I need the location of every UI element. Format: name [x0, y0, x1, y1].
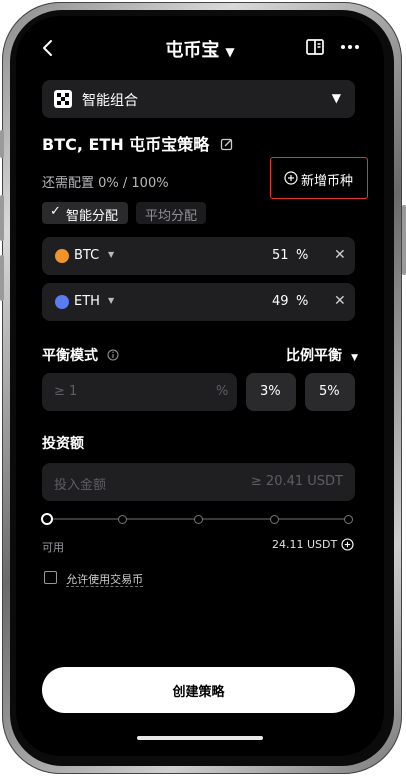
- slider-stop[interactable]: [194, 515, 203, 524]
- checkmark-icon: ✓: [50, 204, 61, 219]
- caret-down-icon: ▼: [331, 91, 341, 105]
- coin-symbol[interactable]: BTC: [74, 248, 99, 263]
- coin-percent[interactable]: 51: [272, 248, 289, 263]
- add-coin-label: 新增币种: [301, 174, 354, 189]
- rebalance-input-unit: %: [216, 384, 229, 399]
- add-coin-button[interactable]: 新增币种: [270, 157, 368, 199]
- coin-row-eth: ETH ▼ 49 % ✕: [42, 283, 355, 321]
- investment-min-hint: ≥ 20.41 USDT: [250, 474, 343, 489]
- even-allocation-label: 平均分配: [145, 209, 198, 224]
- create-strategy-label: 创建策略: [172, 685, 225, 700]
- info-icon[interactable]: [107, 349, 119, 361]
- slider-stop[interactable]: [118, 515, 127, 524]
- rebalance-preset-3-button[interactable]: 3%: [246, 373, 296, 411]
- slider-stop[interactable]: [344, 515, 353, 524]
- smart-allocation-label: 智能分配: [66, 209, 119, 224]
- edit-icon[interactable]: [220, 137, 234, 151]
- page-title[interactable]: 屯币宝 ▼: [16, 36, 384, 62]
- portfolio-logo-icon: [54, 90, 72, 108]
- phone-side-button-left-2: [0, 195, 4, 241]
- rebalance-mode: 比例平衡: [286, 348, 342, 364]
- add-circle-icon: [284, 171, 298, 185]
- coin-percent[interactable]: 49: [272, 294, 289, 309]
- slider-handle[interactable]: [41, 513, 53, 525]
- checkbox-box[interactable]: [44, 571, 57, 584]
- rebalance-preset-5-button[interactable]: 5%: [305, 373, 355, 411]
- app-screen: 屯币宝 ▼ 智能组合 ▼ BTC, ETH 屯币宝策略 还需配置 0% / 10…: [16, 16, 384, 756]
- caret-down-icon[interactable]: ▼: [108, 296, 114, 305]
- rebalance-label: 平衡模式: [42, 348, 98, 364]
- preset-3-label: 3%: [260, 384, 281, 399]
- preset-5-label: 5%: [319, 384, 340, 399]
- caret-down-icon: ▼: [225, 45, 235, 59]
- investment-slider[interactable]: [41, 513, 353, 525]
- phone-side-button-left-1: [0, 130, 4, 158]
- investment-label: 投资额: [42, 436, 84, 452]
- coin-row-btc: BTC ▼ 51 % ✕: [42, 237, 355, 275]
- slider-stop[interactable]: [270, 515, 279, 524]
- rebalance-label-row: 平衡模式: [42, 345, 119, 365]
- create-strategy-button[interactable]: 创建策略: [42, 667, 355, 713]
- rebalance-threshold-input[interactable]: ≥ 1 %: [42, 373, 237, 411]
- guide-button[interactable]: [304, 36, 326, 58]
- strategy-title: BTC, ETH 屯币宝策略: [42, 135, 210, 154]
- caret-down-icon[interactable]: ▼: [108, 250, 114, 259]
- allow-trade-coin-checkbox[interactable]: 允许使用交易币: [44, 568, 144, 587]
- strategy-title-row: BTC, ETH 屯币宝策略: [42, 131, 234, 154]
- checkbox-label: 允许使用交易币: [66, 573, 144, 587]
- rebalance-mode-dropdown[interactable]: 比例平衡 ▼: [286, 345, 358, 365]
- even-allocation-button[interactable]: 平均分配: [136, 202, 206, 224]
- portfolio-label: 智能组合: [82, 93, 138, 109]
- rebalance-input-placeholder: ≥ 1: [54, 384, 78, 399]
- portfolio-selector[interactable]: 智能组合 ▼: [42, 80, 355, 118]
- percent-unit: %: [296, 294, 309, 309]
- page-title-text: 屯币宝: [165, 40, 220, 61]
- more-icon: [341, 45, 359, 49]
- investment-placeholder: 投入金额: [54, 478, 107, 493]
- more-button[interactable]: [338, 36, 362, 58]
- coin-symbol[interactable]: ETH: [74, 294, 100, 309]
- home-indicator: [137, 736, 263, 740]
- phone-side-button-left-3: [0, 255, 4, 301]
- smart-allocation-button[interactable]: ✓ 智能分配: [42, 202, 128, 224]
- available-value: 24.11 USDT: [272, 538, 338, 551]
- percent-unit: %: [296, 248, 309, 263]
- book-icon: [306, 39, 324, 55]
- investment-amount-input[interactable]: 投入金额 ≥ 20.41 USDT: [42, 463, 355, 501]
- add-funds-icon[interactable]: [341, 538, 354, 551]
- allocation-remaining: 还需配置 0% / 100%: [42, 176, 169, 191]
- available-label: 可用: [42, 541, 64, 554]
- phone-side-button-right: [402, 205, 406, 275]
- btc-coin-icon: [55, 249, 69, 263]
- remove-coin-icon[interactable]: ✕: [334, 247, 346, 263]
- eth-coin-icon: [55, 295, 69, 309]
- remove-coin-icon[interactable]: ✕: [334, 293, 346, 309]
- caret-down-icon: ▼: [351, 353, 359, 363]
